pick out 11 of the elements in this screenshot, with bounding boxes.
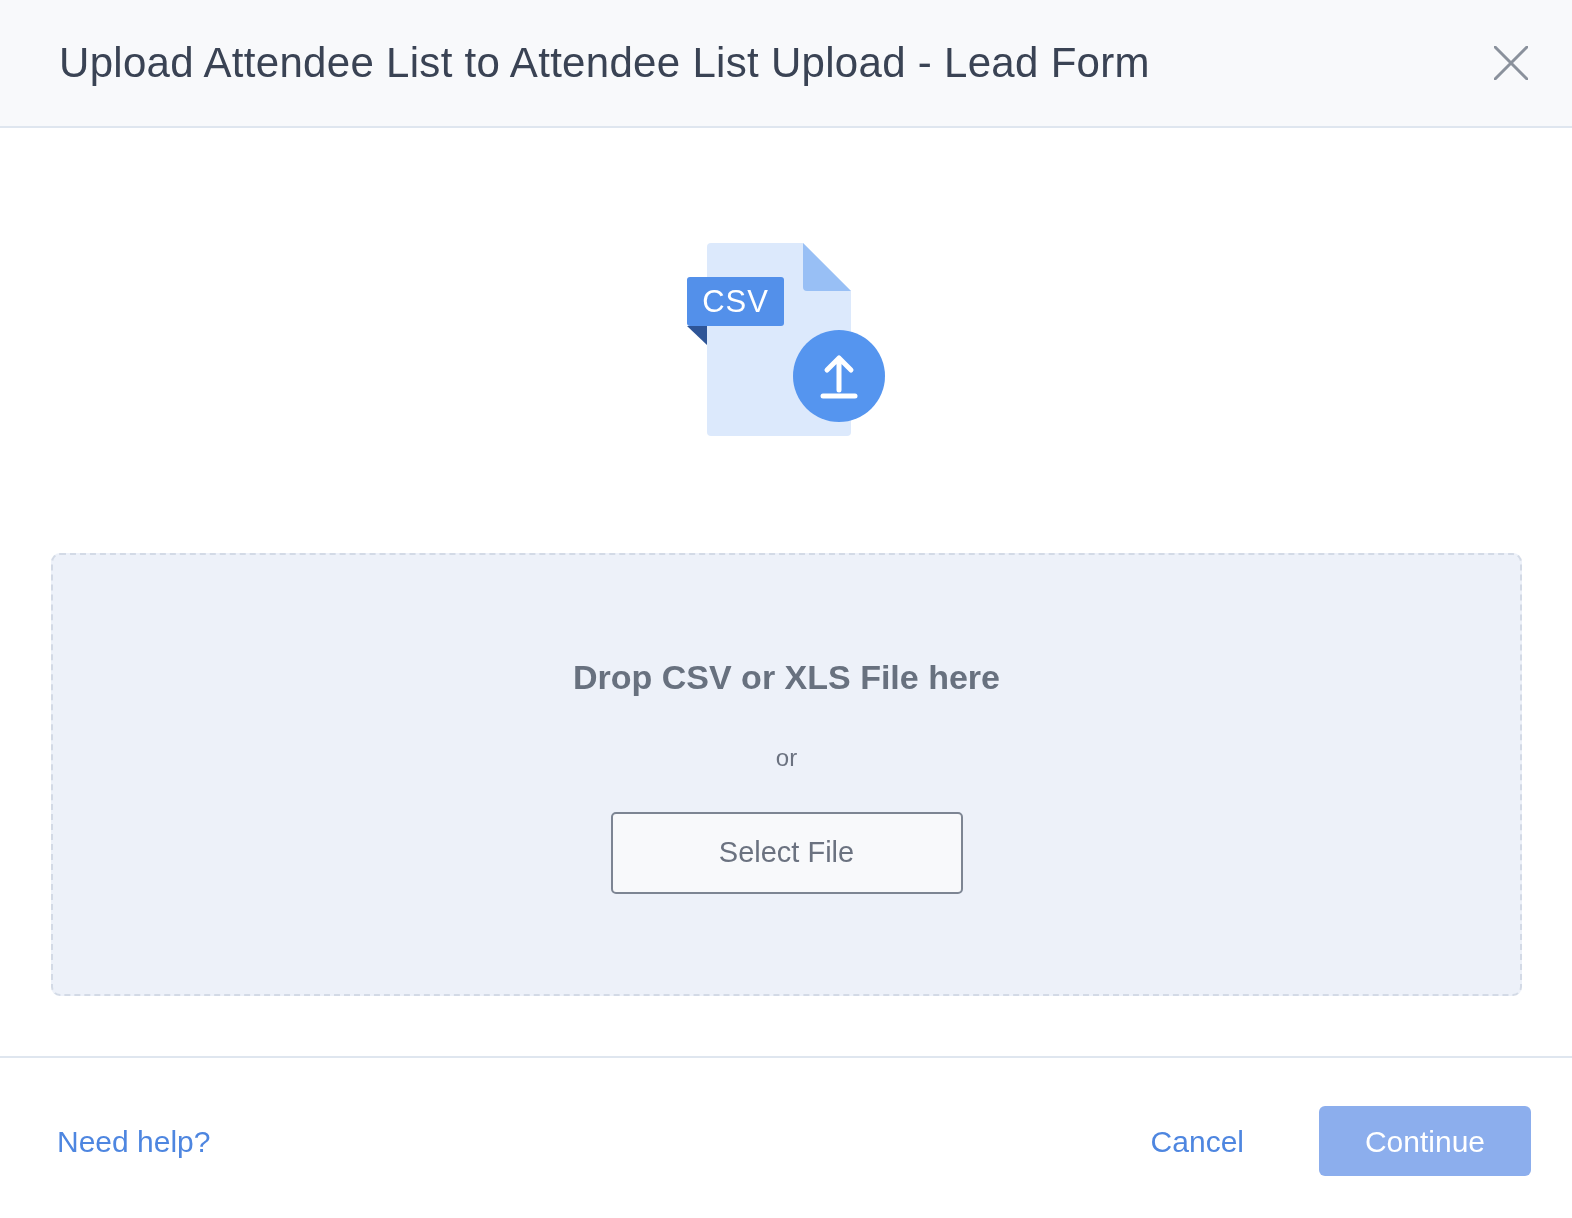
dialog-title: Upload Attendee List to Attendee List Upload - Lead Form: [59, 37, 1150, 88]
help-link[interactable]: Need help?: [57, 1118, 211, 1164]
drop-zone[interactable]: Drop CSV or XLS File here or Select File: [51, 553, 1522, 996]
close-icon: [1494, 46, 1528, 80]
file-type-tag: CSV: [687, 277, 784, 326]
upload-icon: [793, 330, 885, 422]
drop-zone-heading: Drop CSV or XLS File here: [573, 657, 1000, 698]
cancel-button[interactable]: Cancel: [1150, 1118, 1244, 1164]
close-button[interactable]: [1493, 45, 1529, 81]
separator-text: or: [775, 743, 798, 773]
select-file-button[interactable]: Select File: [610, 812, 963, 894]
